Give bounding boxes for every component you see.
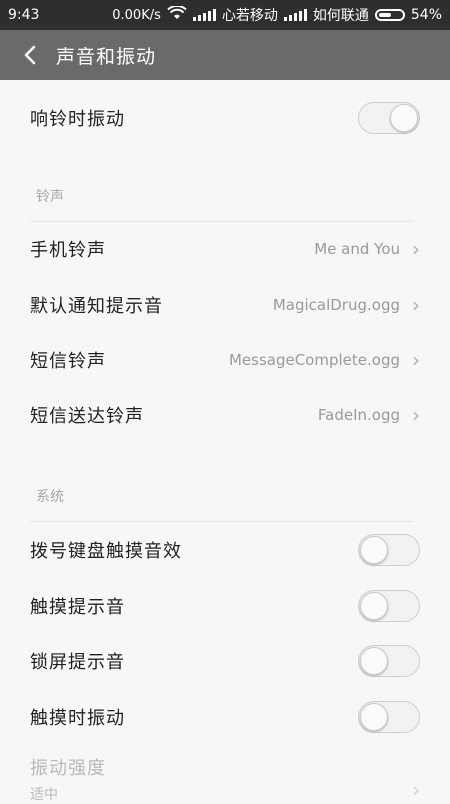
- touch-sound-toggle[interactable]: [358, 590, 420, 622]
- row-sub-value: 适中: [30, 787, 58, 803]
- list-item-touch-vibration[interactable]: 触摸时振动: [0, 689, 450, 745]
- chevron-right-icon: ›: [412, 403, 420, 427]
- row-value: MessageComplete.ogg: [228, 351, 400, 369]
- row-label: 响铃时振动: [30, 109, 125, 130]
- signal-icon: [192, 9, 216, 21]
- wifi-icon: [167, 4, 187, 24]
- section-title-ringtone: 铃声: [36, 189, 64, 205]
- row-label: 默认通知提示音: [30, 296, 163, 317]
- vibrate-on-ring-toggle[interactable]: [358, 102, 420, 134]
- carrier-2: 如何联通: [312, 8, 369, 24]
- row-value: Me and You: [314, 240, 400, 258]
- status-left: 9:43: [8, 7, 39, 23]
- status-time: 9:43: [8, 7, 40, 23]
- chevron-right-icon: ›: [412, 293, 420, 317]
- page-title: 声音和振动: [56, 45, 157, 68]
- chevron-right-icon: ›: [412, 778, 420, 802]
- section-title-system: 系统: [36, 489, 64, 505]
- network-speed: 0.00K/s: [112, 7, 161, 23]
- back-arrow-icon[interactable]: [18, 43, 42, 67]
- touch-vibration-toggle[interactable]: [358, 701, 420, 733]
- row-label: 拨号键盘触摸音效: [30, 541, 182, 562]
- signal-icon: [283, 9, 307, 21]
- list-item-vibration-strength: 振动强度 适中 ›: [0, 740, 450, 803]
- status-right: 0.00K/s 心若移动 如何联通 54%: [112, 4, 442, 25]
- lockscreen-sound-toggle[interactable]: [358, 645, 420, 677]
- row-label: 短信铃声: [30, 351, 106, 372]
- status-bar: 9:43 0.00K/s 心若移动 如何联通 54%: [0, 0, 450, 30]
- row-label: 锁屏提示音: [30, 652, 125, 673]
- list-item-lockscreen-sound[interactable]: 锁屏提示音: [0, 633, 450, 689]
- row-label: 短信送达铃声: [30, 406, 144, 427]
- list-item-touch-sound[interactable]: 触摸提示音: [0, 578, 450, 634]
- app-header: 声音和振动: [0, 30, 450, 80]
- row-value: FadeIn.ogg: [317, 406, 400, 424]
- row-label: 触摸时振动: [30, 708, 125, 729]
- list-item-sms-ringtone[interactable]: 短信铃声 MessageComplete.ogg ›: [0, 332, 450, 388]
- chevron-right-icon: ›: [412, 348, 420, 372]
- chevron-right-icon: ›: [412, 237, 420, 261]
- row-value: MagicalDrug.ogg: [272, 296, 400, 314]
- battery-percent: 54%: [410, 7, 442, 23]
- row-label: 触摸提示音: [30, 597, 125, 618]
- list-item-dialpad-touch-sound[interactable]: 拨号键盘触摸音效: [0, 522, 450, 578]
- list-item-phone-ringtone[interactable]: 手机铃声 Me and You ›: [0, 221, 450, 277]
- row-label: 振动强度: [30, 758, 106, 779]
- row-label: 手机铃声: [30, 240, 106, 261]
- list-item-notification-sound[interactable]: 默认通知提示音 MagicalDrug.ogg ›: [0, 277, 450, 333]
- list-item-sms-delivered-ringtone[interactable]: 短信送达铃声 FadeIn.ogg ›: [0, 387, 450, 443]
- battery-icon: [374, 9, 405, 21]
- carrier-1: 心若移动: [221, 8, 278, 24]
- dialpad-touch-sound-toggle[interactable]: [358, 534, 420, 566]
- vibrate-on-ring-row[interactable]: 响铃时振动: [0, 90, 450, 146]
